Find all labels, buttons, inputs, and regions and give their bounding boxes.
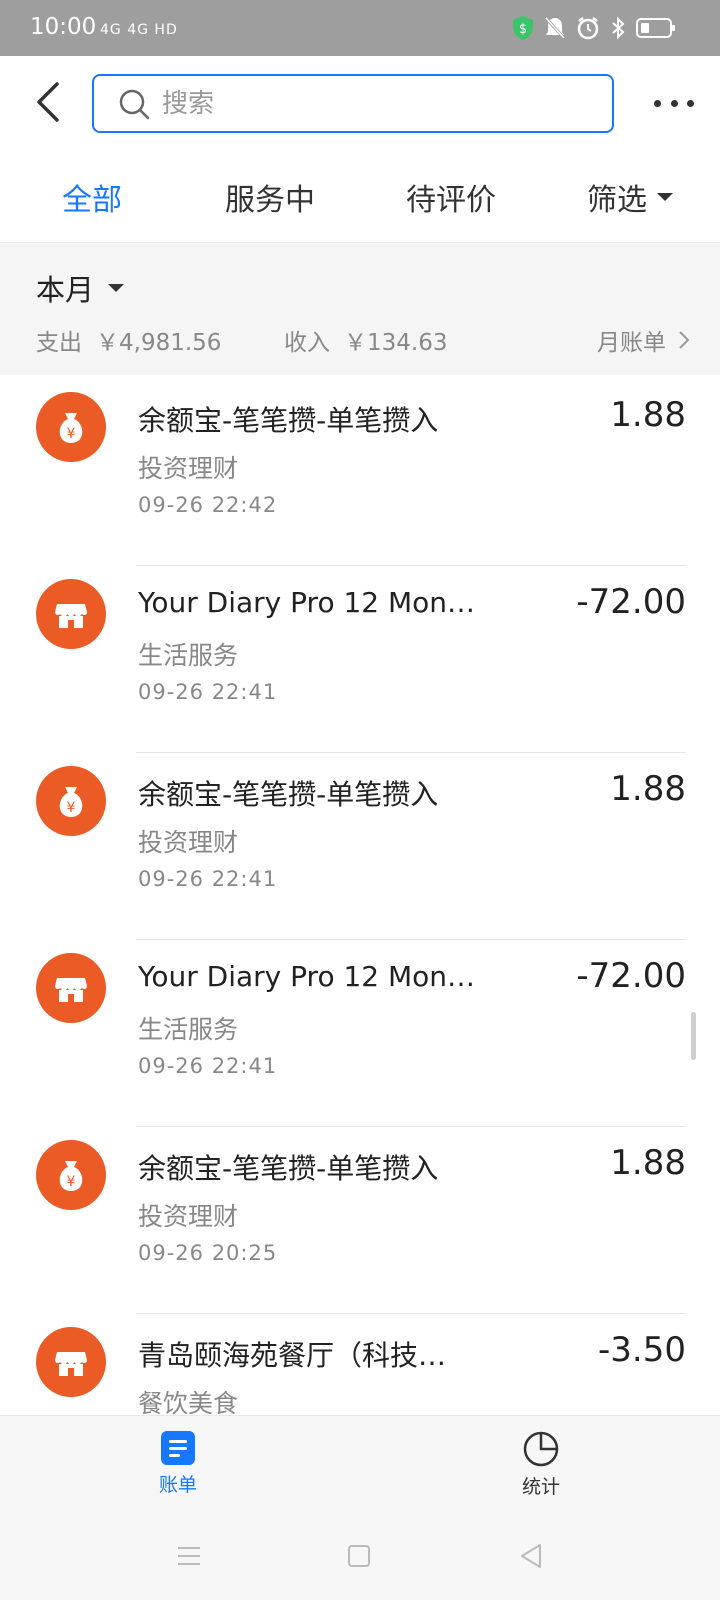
filter-tabs: 全部 服务中 待评价 筛选 (0, 151, 720, 243)
bottom-tab-bar: 账单 统计 (0, 1415, 720, 1511)
bill-icon (161, 1431, 195, 1465)
transaction-row[interactable]: Your Diary Pro 12 Months 生活服务 09-26 22:4… (0, 936, 720, 1127)
tab-filter-label: 筛选 (587, 183, 647, 218)
transaction-title: 余额宝-笔笔攒-单笔攒入 (138, 404, 439, 437)
search-icon (118, 87, 152, 121)
tab-pending-review[interactable]: 待评价 (406, 175, 496, 219)
tab-filter[interactable]: 筛选 (587, 175, 673, 219)
month-selector[interactable]: 本月 (36, 267, 125, 309)
more-dot-icon (654, 99, 661, 107)
income-summary: 收入 ￥134.63 (284, 323, 447, 357)
search-box[interactable] (92, 74, 614, 133)
svg-text:¥: ¥ (67, 800, 76, 816)
transaction-row[interactable]: Your Diary Pro 12 Months 生活服务 09-26 22:4… (0, 562, 720, 753)
expense-amount: ￥4,981.56 (96, 330, 222, 356)
transaction-category: 投资理财 (138, 454, 239, 483)
transaction-category: 投资理财 (138, 1202, 239, 1231)
transaction-time: 09-26 22:42 (138, 493, 278, 517)
transaction-title: 余额宝-笔笔攒-单笔攒入 (138, 778, 439, 811)
caret-down-icon (657, 193, 673, 201)
transaction-title: Your Diary Pro 12 Months (138, 586, 478, 619)
transaction-time: 09-26 22:41 (138, 867, 278, 891)
more-button[interactable] (654, 88, 694, 118)
status-icons: $ (512, 14, 676, 42)
bluetooth-icon (610, 16, 626, 40)
income-label: 收入 (284, 330, 330, 356)
svg-text:¥: ¥ (67, 1174, 76, 1190)
menu-icon (178, 1547, 200, 1565)
tab-in-service[interactable]: 服务中 (225, 175, 315, 219)
transaction-time: 09-26 22:41 (138, 680, 278, 704)
home-square-icon (348, 1545, 370, 1567)
caret-down-icon (108, 284, 125, 292)
transaction-row[interactable]: ¥ 余额宝-笔笔攒-单笔攒入 投资理财 09-26 22:42 1.88 (0, 375, 720, 566)
pie-chart-icon (523, 1431, 559, 1467)
transaction-time: 09-26 22:41 (138, 1054, 278, 1078)
scrollbar[interactable] (691, 1012, 696, 1060)
back-triangle-icon (521, 1544, 541, 1568)
money-bag-icon: ¥ (36, 766, 106, 836)
monthly-bill-label: 月账单 (597, 330, 666, 356)
transaction-amount: 1.88 (610, 1143, 686, 1183)
search-input[interactable] (162, 88, 602, 119)
transaction-amount: -3.50 (598, 1330, 686, 1370)
transaction-category: 餐饮美食 (138, 1389, 239, 1415)
network-indicator: 4G 4G HD (100, 22, 178, 38)
transaction-title: 青岛颐海苑餐厅（科技… (138, 1339, 447, 1372)
monthly-bill-link[interactable]: 月账单 (597, 323, 690, 357)
transaction-category: 生活服务 (138, 1015, 239, 1044)
system-nav-bar (0, 1511, 720, 1600)
more-dot-icon (687, 99, 694, 107)
transaction-row[interactable]: 青岛颐海苑餐厅（科技… 餐饮美食 -3.50 (0, 1310, 720, 1415)
transaction-title: 余额宝-笔笔攒-单笔攒入 (138, 1152, 439, 1185)
income-amount: ￥134.63 (344, 330, 448, 356)
nav-home-button[interactable] (344, 1541, 374, 1571)
tabbar-bill-label: 账单 (158, 1474, 197, 1496)
expense-summary: 支出 ￥4,981.56 (36, 323, 221, 357)
month-label: 本月 (36, 273, 95, 307)
nav-back-button[interactable] (516, 1541, 546, 1571)
transaction-time: 09-26 20:25 (138, 1241, 278, 1265)
chevron-left-icon (37, 82, 59, 122)
mute-bell-icon (544, 16, 566, 40)
transaction-amount: -72.00 (576, 582, 686, 622)
shop-icon (36, 953, 106, 1023)
transaction-amount: 1.88 (610, 395, 686, 435)
security-shield-icon: $ (512, 15, 534, 41)
transaction-amount: -72.00 (576, 956, 686, 996)
expense-label: 支出 (36, 330, 82, 356)
alarm-icon (576, 16, 600, 40)
status-bar: 10:00 4G 4G HD $ (0, 0, 720, 56)
month-summary: 本月 支出 ￥4,981.56 收入 ￥134.63 月账单 (0, 243, 720, 375)
tabbar-stats[interactable]: 统计 (481, 1430, 601, 1499)
transaction-category: 生活服务 (138, 641, 239, 670)
money-bag-icon: ¥ (36, 392, 106, 462)
battery-icon (636, 17, 676, 39)
header (0, 56, 720, 151)
shop-icon (36, 1327, 106, 1397)
transaction-amount: 1.88 (610, 769, 686, 809)
money-bag-icon: ¥ (36, 1140, 106, 1210)
more-dot-icon (670, 99, 678, 107)
shop-icon (36, 579, 106, 649)
svg-text:$: $ (519, 22, 527, 37)
status-time: 10:00 (30, 14, 97, 40)
nav-menu-button[interactable] (174, 1541, 204, 1571)
transaction-title: Your Diary Pro 12 Months (138, 960, 478, 993)
transaction-list: ¥ 余额宝-笔笔攒-单笔攒入 投资理财 09-26 22:42 1.88 You… (0, 375, 720, 1415)
transaction-row[interactable]: ¥ 余额宝-笔笔攒-单笔攒入 投资理财 09-26 22:41 1.88 (0, 749, 720, 940)
tab-all[interactable]: 全部 (62, 175, 122, 219)
tabbar-bill[interactable]: 账单 (118, 1430, 238, 1497)
svg-text:¥: ¥ (67, 426, 76, 442)
chevron-right-icon (679, 331, 690, 349)
tabbar-stats-label: 统计 (521, 1476, 560, 1498)
back-button[interactable] (28, 78, 68, 126)
transaction-row[interactable]: ¥ 余额宝-笔笔攒-单笔攒入 投资理财 09-26 20:25 1.88 (0, 1123, 720, 1314)
transaction-category: 投资理财 (138, 828, 239, 857)
